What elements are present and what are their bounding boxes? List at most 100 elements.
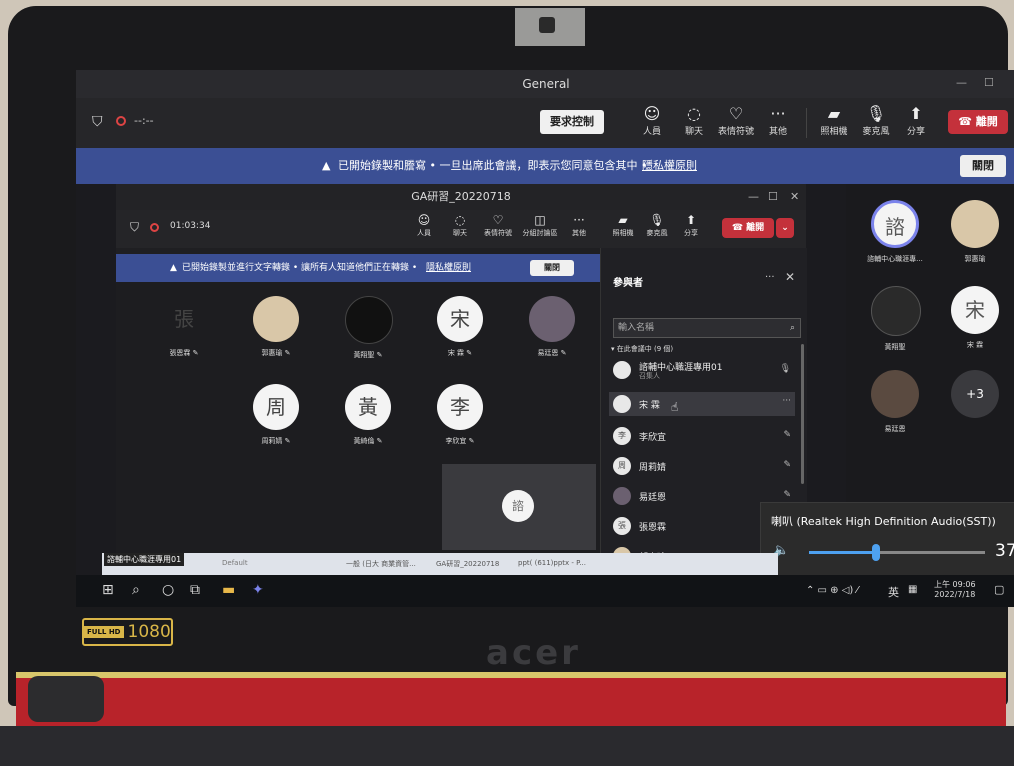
inner-share-button[interactable]: ⬆ 分享 [674, 212, 708, 238]
participant-row[interactable]: 周 周莉婧 ✎ [609, 454, 795, 478]
ime-indicator[interactable]: 英 [888, 584, 899, 600]
outer-leave-label: 離開 [975, 115, 998, 128]
maximize-icon[interactable]: ☐ [984, 76, 994, 89]
more-icon: ··· [770, 104, 786, 123]
reactions-icon: ♡ [728, 104, 744, 123]
participant-tile[interactable]: 易廷恩 [860, 370, 930, 434]
participant-name: 諮輔中心職涯專... [867, 255, 923, 263]
participant-row[interactable]: 李 李欣宜 ✎ [609, 424, 795, 448]
inner-minimize-icon[interactable]: — [748, 184, 759, 210]
inner-maximize-icon[interactable]: ☐ [768, 184, 778, 210]
participant-tile[interactable]: 黃翔聖 [860, 286, 930, 352]
panel-more-icon[interactable]: ··· [765, 272, 775, 283]
inner-chat-button[interactable]: ◌ 聊天 [442, 212, 478, 238]
participant-tile[interactable]: 郭惠瑜 ✎ [236, 296, 316, 358]
volume-thumb[interactable] [872, 544, 880, 561]
outer-camera-label: 照相機 [820, 127, 848, 137]
system-tray-icons[interactable]: ⌃ ▭ ⊕ ◁) ⁄ [806, 585, 858, 596]
outer-share-button[interactable]: ⬆ 分享 [896, 104, 936, 137]
inner-leave-button[interactable]: ☎ 離開 [722, 218, 774, 238]
outer-banner-close-button[interactable]: 關閉 [960, 155, 1006, 177]
inner-window-title: GA研習_20220718 [411, 190, 511, 203]
cortana-icon[interactable]: ○ [162, 582, 174, 598]
chat-icon: ◌ [687, 104, 701, 123]
inner-reactions-button[interactable]: ♡ 表情符號 [478, 212, 518, 238]
avatar: 黃 [345, 384, 391, 430]
outer-privacy-link[interactable]: 隱私權原則 [642, 148, 697, 184]
participant-tile[interactable]: 宋 宋 霖 ✎ [420, 296, 500, 358]
inner-close-icon[interactable]: ✕ [790, 184, 799, 210]
panel-close-icon[interactable]: ✕ [785, 270, 795, 284]
camera-off-icon: ▰ [827, 104, 841, 123]
row-more-icon[interactable]: ··· [782, 396, 791, 406]
preview-item[interactable]: 一般 (日大 商業資管... [346, 559, 416, 569]
keyboard-icon[interactable]: ▦ [908, 584, 917, 595]
self-video-tile[interactable]: 諮 [442, 464, 596, 550]
leave-options-button[interactable]: ⌄ [776, 218, 794, 238]
preview-item[interactable]: GA研習_20220718 [436, 559, 499, 569]
teams-icon[interactable]: ✦ [252, 582, 264, 598]
outer-mic-button[interactable]: 🎙 麥克風 [856, 104, 896, 137]
outer-reactions-button[interactable]: ♡ 表情符號 [716, 104, 756, 137]
preview-item[interactable]: Default [222, 559, 248, 567]
inner-toolbar: ⛉ 01:03:34 ☺ 人員 ◌ 聊天 ♡ 表情符號 ◫ 分組討論區 ··· 其他 ▰ 照… [116, 210, 806, 248]
minimize-icon[interactable]: — [956, 76, 967, 89]
participant-row-hovered[interactable]: 宋 霖 ··· ☝ [609, 392, 795, 416]
outer-more-button[interactable]: ··· 其他 [758, 104, 798, 137]
share-icon: ⬆ [685, 213, 697, 227]
inner-privacy-link[interactable]: 隱私權原則 [426, 254, 471, 282]
participant-name: 周莉婧 [261, 437, 283, 445]
cursor-hand-icon: ☝ [671, 400, 679, 414]
participant-tile[interactable]: 黃翔聖 ✎ [328, 296, 408, 360]
camera-off-icon: ▰ [618, 213, 628, 227]
preview-item[interactable]: ppt( (611)pptx - P... [518, 559, 586, 567]
participant-tile[interactable]: 張 張恩霖 ✎ [144, 296, 224, 358]
volume-fill [809, 551, 876, 554]
fullhd-badge: FULL HD 1080 [82, 618, 173, 646]
participant-row-name: 易廷恩 [639, 493, 667, 503]
outer-chat-button[interactable]: ◌ 聊天 [674, 104, 714, 137]
overflow-tile[interactable]: +3 [940, 370, 999, 418]
participant-tile[interactable]: 周 周莉婧 ✎ [236, 384, 316, 446]
inner-breakout-button[interactable]: ◫ 分組討論區 [518, 212, 562, 238]
inner-people-button[interactable]: ☺ 人員 [406, 212, 442, 238]
request-control-button[interactable]: 要求控制 [540, 110, 604, 134]
inner-more-button[interactable]: ··· 其他 [562, 212, 596, 238]
self-avatar: 諮 [502, 490, 534, 522]
participant-name: 張恩霖 [169, 349, 191, 357]
participant-tile[interactable]: 易廷恩 ✎ [512, 296, 592, 358]
panel-scrollbar[interactable] [801, 344, 804, 484]
outer-recording-banner: ▲ 已開始錄製和謄寫 • 一旦出席此會議，即表示您同意包含其中 • 隱私權原則 … [76, 148, 1014, 184]
participant-tile[interactable]: 宋 宋 霖 [940, 286, 1010, 350]
file-explorer-icon[interactable]: ▬ [222, 582, 235, 598]
notification-icon[interactable]: ▢ [994, 583, 1004, 596]
outer-people-button[interactable]: ☺ 人員 [632, 104, 672, 137]
inner-camera-label: 照相機 [612, 229, 634, 237]
inner-camera-button[interactable]: ▰ 照相機 [606, 212, 640, 238]
participant-search-input[interactable]: 輸入名稱 ⌕ [613, 318, 801, 338]
outer-toolbar: ⛉ --:-- 要求控制 ☺ 人員 ◌ 聊天 ♡ 表情符號 ··· 其他 ▰ 照相機 🎙 麥… [76, 98, 1014, 148]
outer-title-bar: General [76, 70, 1014, 98]
participant-tile[interactable]: 諮 諮輔中心職涯專... [860, 200, 930, 264]
inner-people-label: 人員 [417, 229, 431, 237]
participant-row[interactable]: 諮輔中心職涯專用01 召集人 🎙 [609, 358, 795, 382]
fullhd-resolution: 1080 [127, 622, 171, 642]
search-icon[interactable]: ⌕ [132, 582, 140, 598]
participant-tile[interactable]: 郭惠瑜 [940, 200, 1010, 264]
volume-slider[interactable] [809, 544, 985, 561]
avatar-initial: 周 [266, 395, 286, 419]
chat-icon: ◌ [454, 213, 466, 227]
inner-banner-close-button[interactable]: 關閉 [530, 260, 574, 276]
outer-camera-button[interactable]: ▰ 照相機 [814, 104, 854, 137]
task-view-icon[interactable]: ⧉ [190, 582, 200, 598]
participant-tile[interactable]: 李 李欣宜 ✎ [420, 384, 500, 446]
windows-start-icon[interactable]: ⊞ [102, 582, 114, 598]
overflow-count: +3 [951, 370, 999, 418]
clock[interactable]: 上午 09:06 2022/7/18 [934, 579, 976, 599]
participant-tile[interactable]: 黃 黃綺倫 ✎ [328, 384, 408, 446]
inner-mic-button[interactable]: 🎙 麥克風 [640, 212, 674, 238]
outer-leave-button[interactable]: ☎ 離開 [948, 110, 1008, 134]
section-header[interactable]: ▾ 在此會議中 (9 個) [611, 344, 673, 354]
avatar: 張 [161, 296, 207, 342]
participant-name: 黃綺倫 [353, 437, 375, 445]
